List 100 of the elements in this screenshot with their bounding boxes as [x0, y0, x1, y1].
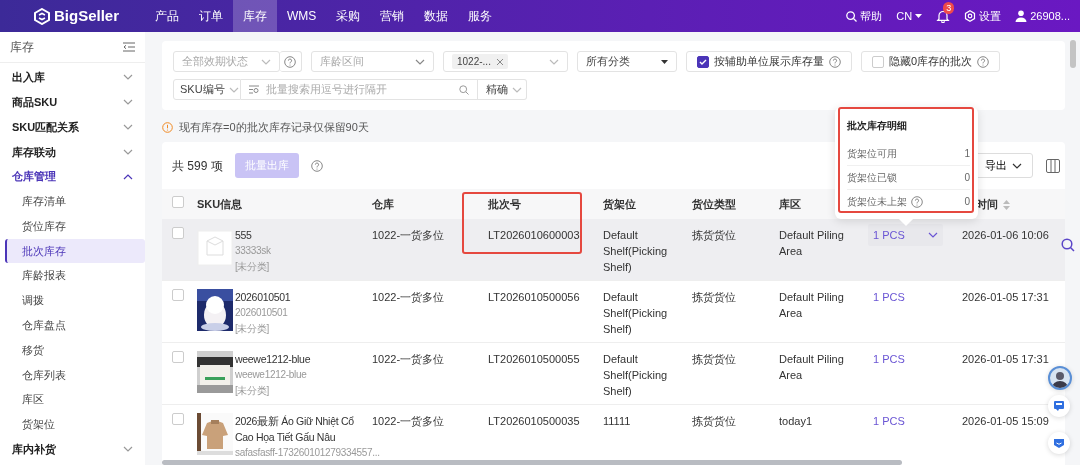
smile-shield-icon: [1054, 438, 1064, 448]
help-button[interactable]: [280, 51, 302, 72]
search-icon[interactable]: [1061, 238, 1075, 252]
table-cell: 2026-01-05 15:09: [962, 415, 1049, 427]
search-icon: [459, 84, 469, 95]
table-cell: 2026-01-05 17:31: [962, 291, 1049, 303]
chevron-down-icon: [261, 58, 271, 65]
help-icon: [310, 159, 323, 172]
table-cell: 1022-一货多位: [372, 415, 445, 427]
quantity-link[interactable]: 1 PCS: [873, 291, 905, 303]
remove-icon[interactable]: [496, 58, 503, 65]
nav-tab[interactable]: 服务: [458, 0, 503, 32]
notice-text: 现有库存=0的批次库存记录仅保留90天: [179, 121, 369, 134]
match-select[interactable]: 精确: [478, 79, 527, 100]
vertical-scrollbar[interactable]: [1070, 40, 1076, 68]
table-cell: 1022-一货多位: [372, 291, 445, 303]
bell-icon[interactable]: [936, 9, 951, 23]
sidebar-item[interactable]: 库区: [5, 387, 145, 413]
search-type-select[interactable]: SKU编号: [173, 79, 241, 100]
sidebar-group[interactable]: 库存联动: [12, 143, 56, 161]
logo-icon: [34, 7, 50, 25]
row-checkbox[interactable]: [172, 413, 184, 425]
help-icon: [284, 55, 296, 68]
sidebar-item[interactable]: 库存清单: [5, 189, 145, 214]
nav-tab[interactable]: 订单: [189, 0, 233, 32]
table-cell: 拣货货位: [692, 353, 736, 365]
sidebar-item[interactable]: 仓库盘点: [5, 312, 145, 338]
hide-zero-checkbox[interactable]: 隐藏0库存的批次: [861, 51, 1001, 72]
table-cell: LT2026010500055: [488, 353, 580, 365]
table-cell: Default Piling Area: [779, 353, 844, 381]
product-title[interactable]: weewe1212-blue: [235, 351, 373, 367]
table-cell: LT2026010500056: [488, 291, 580, 303]
sidebar-item[interactable]: 仓库列表: [5, 362, 145, 388]
help-link[interactable]: 帮助: [846, 7, 883, 25]
row-checkbox[interactable]: [172, 289, 184, 301]
chevron-down-icon: [1012, 162, 1022, 169]
sidebar-group[interactable]: 出入库: [12, 69, 45, 86]
aux-unit-checkbox[interactable]: 按辅助单位展示库存量: [686, 51, 852, 72]
product-title[interactable]: 555: [235, 227, 373, 243]
table-cell: 拣货货位: [692, 415, 736, 427]
sku-code: 33333sk: [235, 244, 271, 258]
product-title[interactable]: 2026最新 Áo Giữ Nhiệt Cổ Cao Họa Tiết Gấu Nâu: [235, 413, 373, 445]
quantity-link[interactable]: 1 PCS: [873, 415, 905, 427]
chevron-down-icon: [549, 58, 559, 65]
help-icon: [977, 55, 990, 68]
select-all-checkbox[interactable]: [172, 195, 184, 208]
row-checkbox[interactable]: [172, 351, 184, 363]
horizontal-scrollbar[interactable]: [162, 460, 902, 465]
list-search-icon: [249, 85, 260, 94]
language-select[interactable]: CN: [896, 7, 923, 25]
sidebar-group[interactable]: 仓库管理: [12, 168, 56, 185]
sidebar-item[interactable]: 调拨: [5, 288, 145, 313]
table-cell: 1022-一货多位: [372, 353, 445, 365]
table-cell: 2026-01-06 10:06: [962, 229, 1049, 241]
notification-badge: 3: [943, 2, 955, 14]
sidebar-group[interactable]: 库内补货: [12, 441, 56, 458]
sidebar-group[interactable]: 商品SKU: [12, 93, 58, 111]
total-count: 共 599 项: [172, 157, 223, 175]
chat-icon: [1054, 401, 1064, 411]
sidebar-item[interactable]: 移货: [5, 337, 145, 363]
column-header: 批次号: [488, 197, 521, 210]
sidebar-title: 库存: [10, 39, 34, 56]
columns-icon[interactable]: [1046, 158, 1060, 173]
nav-tab[interactable]: 产品: [145, 0, 189, 32]
sidebar-group[interactable]: SKU匹配关系: [12, 118, 80, 136]
warning-icon: [162, 122, 173, 133]
sku-code: 2026010501: [235, 306, 288, 320]
quantity-dropdown[interactable]: 1 PCS: [868, 224, 943, 246]
settings-link[interactable]: 设置: [964, 7, 1002, 25]
table-cell: LT2026010600003: [488, 229, 580, 241]
nav-tab[interactable]: 库存: [233, 0, 277, 32]
user-icon: [1015, 10, 1028, 22]
nav-tab[interactable]: 采购: [326, 0, 371, 32]
sidebar-item[interactable]: 库龄报表: [5, 263, 145, 289]
category-select[interactable]: 所有分类: [577, 51, 677, 72]
detail-value: 1: [964, 146, 970, 161]
table-cell: Default Shelf(Picking Shelf): [603, 291, 668, 335]
search-icon: [846, 10, 858, 22]
popover-title: 批次库存明细: [847, 119, 908, 133]
detail-value: 0: [964, 171, 970, 185]
sidebar-item[interactable]: 批次库存: [5, 238, 145, 264]
nav-tab[interactable]: WMS: [277, 0, 327, 32]
sidebar-item[interactable]: 货位库存: [5, 213, 145, 239]
detail-value: 0: [964, 195, 970, 209]
nav-tab[interactable]: 数据: [414, 0, 459, 32]
sidebar-item[interactable]: 货架位: [5, 412, 145, 437]
warehouse-select[interactable]: 1022-...: [443, 51, 568, 72]
table-cell: 11111: [603, 415, 631, 427]
collapse-icon[interactable]: [123, 42, 135, 52]
caret-icon: [915, 14, 923, 18]
nav-tab[interactable]: 营销: [370, 0, 415, 32]
user-menu[interactable]: 26908...: [1015, 7, 1070, 25]
row-checkbox[interactable]: [172, 227, 184, 239]
table-cell: 2026-01-05 17:31: [962, 353, 1049, 365]
category-label: [未分类]: [235, 260, 271, 274]
sort-icon[interactable]: [1003, 199, 1010, 210]
quantity-link[interactable]: 1 PCS: [873, 353, 905, 365]
sku-code: weewe1212-blue: [235, 368, 307, 382]
help-icon: [911, 195, 923, 208]
product-title[interactable]: 2026010501: [235, 289, 373, 305]
